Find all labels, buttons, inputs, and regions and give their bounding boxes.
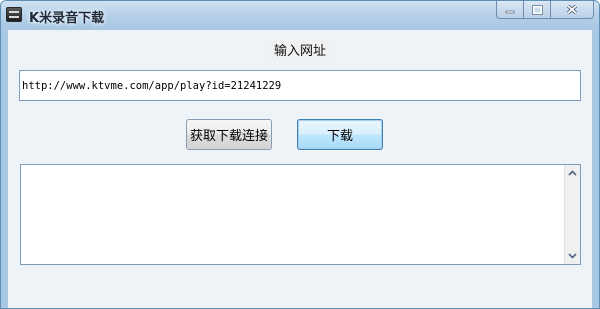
url-label: 输入网址: [265, 38, 335, 61]
window-title: K米录音下载: [29, 11, 105, 26]
close-button[interactable]: [550, 1, 594, 19]
download-button[interactable]: 下载: [297, 119, 383, 150]
get-download-link-button[interactable]: 获取下载连接: [186, 119, 272, 150]
chevron-down-icon: [568, 253, 577, 259]
window-controls: [496, 1, 594, 20]
scroll-down-button[interactable]: [565, 248, 580, 264]
chevron-up-icon: [568, 170, 577, 176]
maximize-button[interactable]: [523, 1, 550, 19]
minimize-button[interactable]: [496, 1, 523, 19]
maximize-icon: [531, 4, 543, 15]
minimize-icon: [505, 10, 515, 13]
app-icon: [6, 7, 22, 22]
vertical-scrollbar[interactable]: [564, 165, 580, 264]
output-textarea[interactable]: [20, 164, 581, 265]
url-input[interactable]: http://www.ktvme.com/app/play?id=2124122…: [19, 70, 581, 101]
scroll-up-button[interactable]: [565, 165, 580, 181]
title-bar[interactable]: K米录音下载: [1, 1, 599, 29]
close-icon: [566, 4, 578, 15]
